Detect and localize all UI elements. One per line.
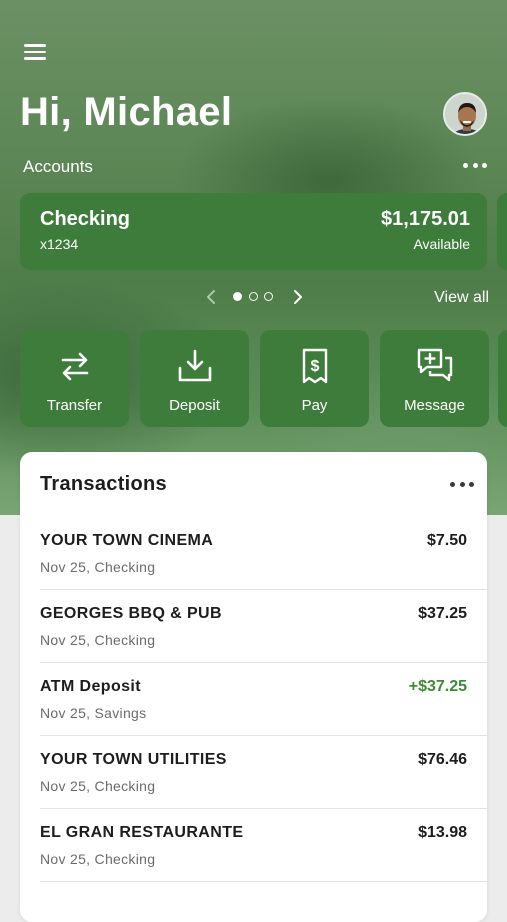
transactions-title: Transactions	[40, 473, 167, 495]
account-card-checking[interactable]: Checking x1234 $1,175.01 Available	[20, 193, 487, 270]
transaction-amount: $76.46	[418, 751, 467, 768]
account-balance: $1,175.01	[381, 208, 470, 230]
transfer-icon	[61, 352, 88, 381]
transaction-meta: Nov 25, Checking	[40, 851, 156, 867]
transaction-amount-credit: +$37.25	[408, 678, 467, 695]
transaction-merchant: ATM Deposit	[40, 678, 141, 695]
transaction-meta: Nov 25, Checking	[40, 632, 156, 648]
message-label: Message	[404, 397, 465, 414]
message-icon	[417, 348, 452, 382]
pay-bill-icon: $	[302, 348, 327, 384]
deposit-label: Deposit	[169, 397, 220, 414]
transaction-merchant: YOUR TOWN UTILITIES	[40, 751, 227, 768]
divider	[40, 662, 487, 663]
svg-text:$: $	[310, 358, 319, 375]
accounts-label: Accounts	[23, 157, 93, 176]
transfer-label: Transfer	[46, 397, 103, 414]
accounts-more-icon[interactable]	[463, 160, 487, 170]
account-number: x1234	[40, 236, 79, 252]
menu-icon[interactable]	[24, 44, 46, 64]
pager-dot-active[interactable]	[233, 292, 242, 301]
pay-button[interactable]: $ Pay	[260, 330, 369, 427]
pay-label: Pay	[301, 397, 328, 414]
transaction-amount: $13.98	[418, 824, 467, 841]
deposit-button[interactable]: Deposit	[140, 330, 249, 427]
divider	[40, 589, 487, 590]
transaction-merchant: YOUR TOWN CINEMA	[40, 532, 214, 549]
avatar[interactable]	[443, 92, 487, 136]
transaction-meta: Nov 25, Savings	[40, 705, 147, 721]
next-account-card[interactable]	[497, 193, 507, 270]
more-actions-card[interactable]	[498, 330, 507, 427]
divider	[40, 735, 487, 736]
view-all-link[interactable]: View all	[434, 289, 489, 307]
transaction-meta: Nov 25, Checking	[40, 559, 156, 575]
transaction-amount: $37.25	[418, 605, 467, 622]
transactions-more-icon[interactable]	[450, 479, 474, 489]
chevron-left-icon[interactable]	[203, 288, 221, 306]
greeting-title: Hi, Michael	[20, 90, 233, 134]
message-button[interactable]: Message	[380, 330, 489, 427]
divider	[40, 881, 487, 882]
deposit-icon	[178, 349, 211, 382]
chevron-right-icon[interactable]	[288, 288, 306, 306]
account-name: Checking	[40, 208, 131, 230]
divider	[40, 808, 487, 809]
transaction-merchant: EL GRAN RESTAURANTE	[40, 824, 244, 841]
account-balance-label: Available	[413, 236, 470, 252]
pager-dot[interactable]	[249, 292, 258, 301]
transfer-button[interactable]: Transfer	[20, 330, 129, 427]
transaction-meta: Nov 25, Checking	[40, 778, 156, 794]
transaction-amount: $7.50	[426, 532, 467, 549]
transaction-merchant: GEORGES BBQ & PUB	[40, 605, 222, 622]
account-pager	[203, 288, 303, 306]
pager-dot[interactable]	[264, 292, 273, 301]
transactions-card: Transactions YOUR TOWN CINEMA Nov 25, Ch…	[20, 452, 487, 922]
